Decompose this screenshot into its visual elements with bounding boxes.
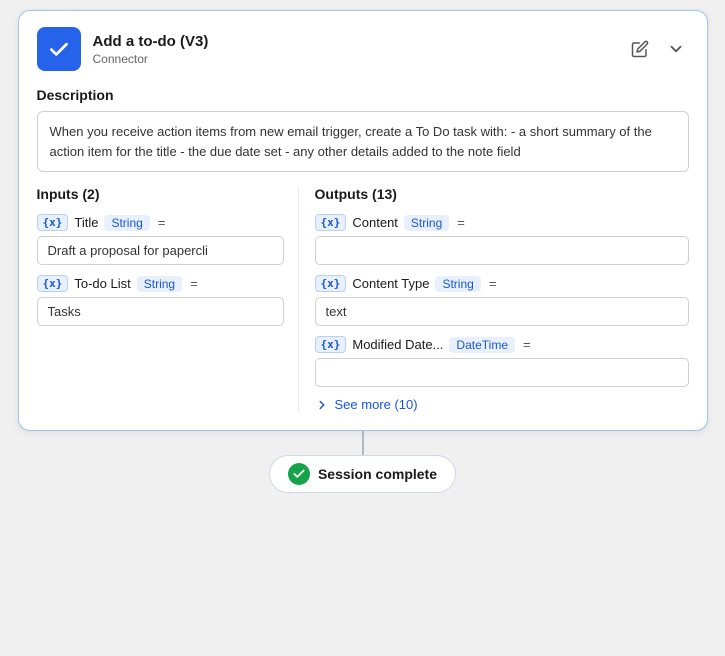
modifieddate-equals: = — [523, 337, 531, 352]
content-variable-badge: {x} — [315, 214, 347, 231]
contenttype-equals: = — [489, 276, 497, 291]
title-type-badge: String — [104, 215, 149, 231]
output-field-contenttype: {x} Content Type String = — [315, 275, 689, 326]
contenttype-variable-badge: {x} — [315, 275, 347, 292]
modifieddate-variable-badge: {x} — [315, 336, 347, 353]
modifieddate-field-name: Modified Date... — [352, 337, 443, 352]
session-label: Session complete — [318, 466, 437, 482]
see-more-label: See more (10) — [335, 397, 418, 412]
outputs-panel: Outputs (13) {x} Content String = {x} Co… — [299, 186, 689, 412]
contenttype-input[interactable] — [315, 297, 689, 326]
io-section: Inputs (2) {x} Title String = {x} To-do … — [19, 186, 707, 430]
todolist-input[interactable] — [37, 297, 284, 326]
title-input[interactable] — [37, 236, 284, 265]
edit-button[interactable] — [627, 36, 653, 62]
connector-icon — [37, 27, 81, 71]
contenttype-label-row: {x} Content Type String = — [315, 275, 689, 292]
contenttype-type-badge: String — [435, 276, 480, 292]
input-field-title: {x} Title String = — [37, 214, 284, 265]
todolist-equals: = — [190, 276, 198, 291]
content-input[interactable] — [315, 236, 689, 265]
content-equals: = — [457, 215, 465, 230]
content-type-badge: String — [404, 215, 449, 231]
header-actions — [627, 36, 689, 62]
output-field-content: {x} Content String = — [315, 214, 689, 265]
modifieddate-type-badge: DateTime — [449, 337, 515, 353]
output-field-modifieddate: {x} Modified Date... DateTime = — [315, 336, 689, 387]
description-label: Description — [37, 87, 689, 103]
inputs-panel-title: Inputs (2) — [37, 186, 284, 202]
contenttype-field-name: Content Type — [352, 276, 429, 291]
title-variable-badge: {x} — [37, 214, 69, 231]
content-label-row: {x} Content String = — [315, 214, 689, 231]
header-text: Add a to-do (V3) Connector — [93, 33, 615, 66]
todolist-field-name: To-do List — [74, 276, 130, 291]
connector-line — [362, 431, 364, 455]
description-section: Description When you receive action item… — [19, 83, 707, 186]
content-field-name: Content — [352, 215, 398, 230]
todolist-label-row: {x} To-do List String = — [37, 275, 284, 292]
connector-card: Add a to-do (V3) Connector Description W… — [18, 10, 708, 431]
inputs-panel: Inputs (2) {x} Title String = {x} To-do … — [37, 186, 299, 412]
session-badge: Session complete — [269, 455, 456, 493]
todolist-type-badge: String — [137, 276, 182, 292]
collapse-button[interactable] — [663, 36, 689, 62]
description-text: When you receive action items from new e… — [37, 111, 689, 172]
modifieddate-label-row: {x} Modified Date... DateTime = — [315, 336, 689, 353]
input-field-todolist: {x} To-do List String = — [37, 275, 284, 326]
title-field-name: Title — [74, 215, 98, 230]
see-more-button[interactable]: See more (10) — [315, 397, 689, 412]
card-title: Add a to-do (V3) — [93, 33, 615, 50]
modifieddate-input[interactable] — [315, 358, 689, 387]
title-equals: = — [158, 215, 166, 230]
todolist-variable-badge: {x} — [37, 275, 69, 292]
card-subtitle: Connector — [93, 52, 615, 66]
title-label-row: {x} Title String = — [37, 214, 284, 231]
session-check-icon — [288, 463, 310, 485]
outputs-panel-title: Outputs (13) — [315, 186, 689, 202]
card-header: Add a to-do (V3) Connector — [19, 11, 707, 83]
